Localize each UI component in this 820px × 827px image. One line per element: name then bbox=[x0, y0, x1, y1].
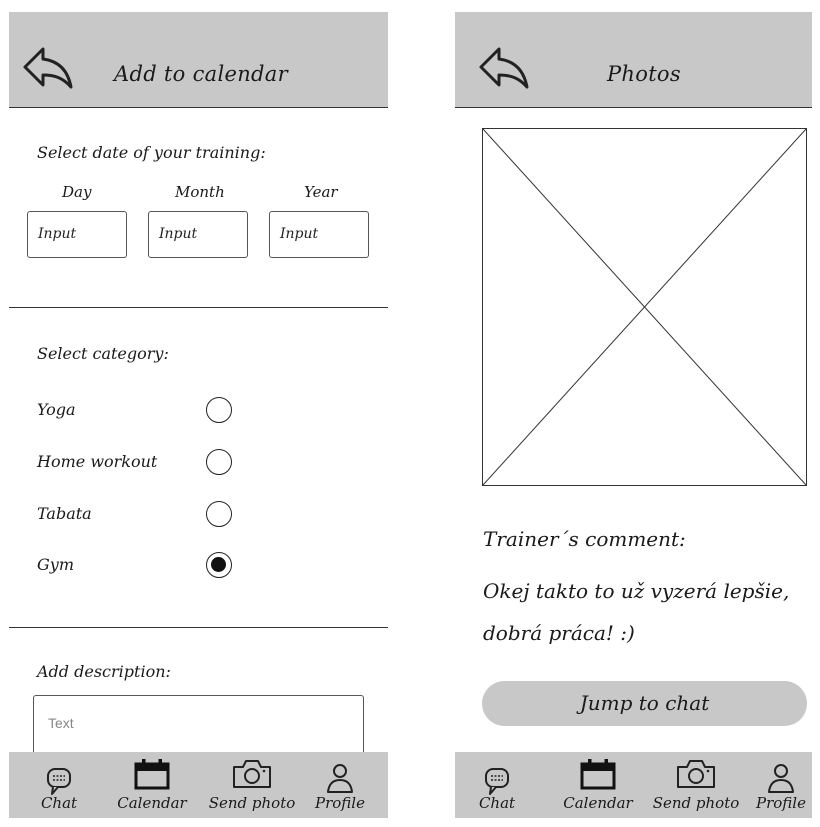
tab-chat-label: Chat bbox=[478, 794, 516, 812]
category-label-tabata: Tabata bbox=[37, 504, 92, 523]
calendar-icon bbox=[580, 759, 616, 790]
chat-icon bbox=[47, 768, 71, 795]
comment-text: Okej takto to už vyzerá lepšie, dobrá pr… bbox=[483, 579, 790, 645]
comment-heading: Trainer´s comment: bbox=[483, 527, 686, 551]
radio-gym-selected[interactable] bbox=[206, 552, 232, 578]
profile-icon bbox=[327, 764, 353, 793]
day-input-placeholder: Input bbox=[38, 226, 77, 242]
photos-screen: Photos Trainer´s comment: Okej takto to … bbox=[455, 12, 812, 818]
add-to-calendar-screen: Add to calendar Select date of your trai… bbox=[9, 12, 388, 818]
tab-chat[interactable]: Chat bbox=[31, 752, 87, 818]
image-placeholder-icon bbox=[483, 129, 806, 485]
camera-icon bbox=[233, 760, 271, 788]
tab-chat-label: Chat bbox=[40, 794, 78, 812]
day-input[interactable]: Input bbox=[27, 211, 127, 258]
day-label: Day bbox=[62, 183, 92, 201]
tab-calendar-label: Calendar bbox=[117, 794, 187, 812]
category-label-yoga: Yoga bbox=[37, 400, 76, 419]
jump-to-chat-button[interactable]: Jump to chat bbox=[482, 681, 807, 726]
month-label: Month bbox=[175, 183, 225, 201]
month-input[interactable]: Input bbox=[148, 211, 248, 258]
header: Add to calendar bbox=[9, 12, 388, 108]
date-heading: Select date of your training: bbox=[37, 143, 266, 162]
camera-icon bbox=[677, 760, 715, 788]
photo-placeholder[interactable] bbox=[482, 128, 807, 486]
page-title: Photos bbox=[607, 62, 681, 86]
divider bbox=[9, 627, 388, 628]
tab-send-photo[interactable]: Send photo bbox=[645, 752, 747, 818]
tab-chat[interactable]: Chat bbox=[469, 752, 525, 818]
tab-send-photo[interactable]: Send photo bbox=[199, 752, 305, 818]
header: Photos bbox=[455, 12, 812, 108]
radio-yoga[interactable] bbox=[206, 397, 232, 423]
back-arrow-icon[interactable] bbox=[477, 45, 531, 91]
bottom-tab-bar: Chat Calendar Send photo Profile bbox=[9, 752, 388, 818]
radio-selected-dot bbox=[211, 557, 226, 572]
tab-calendar-label: Calendar bbox=[563, 794, 633, 812]
radio-home-workout[interactable] bbox=[206, 449, 232, 475]
tab-profile-label: Profile bbox=[756, 794, 806, 812]
category-label-gym: Gym bbox=[37, 555, 74, 574]
tab-calendar[interactable]: Calendar bbox=[109, 752, 195, 818]
tab-profile-label: Profile bbox=[315, 794, 365, 812]
bottom-tab-bar: Chat Calendar Send photo Profile bbox=[455, 752, 812, 818]
back-arrow-icon[interactable] bbox=[21, 45, 75, 91]
radio-tabata[interactable] bbox=[206, 501, 232, 527]
chat-icon bbox=[485, 768, 509, 795]
page-title: Add to calendar bbox=[114, 62, 288, 86]
year-label: Year bbox=[304, 183, 338, 201]
category-label-home-workout: Home workout bbox=[37, 452, 158, 471]
year-input[interactable]: Input bbox=[269, 211, 369, 258]
description-placeholder: Text bbox=[48, 715, 74, 731]
tab-send-photo-label: Send photo bbox=[652, 794, 740, 812]
profile-icon bbox=[768, 764, 794, 793]
tab-calendar[interactable]: Calendar bbox=[555, 752, 641, 818]
divider bbox=[9, 307, 388, 308]
category-heading: Select category: bbox=[37, 344, 169, 363]
calendar-icon bbox=[134, 759, 170, 790]
tab-send-photo-label: Send photo bbox=[208, 794, 296, 812]
description-heading: Add description: bbox=[37, 662, 171, 681]
tab-profile[interactable]: Profile bbox=[751, 752, 811, 818]
tab-profile[interactable]: Profile bbox=[309, 752, 371, 818]
month-input-placeholder: Input bbox=[159, 226, 198, 242]
year-input-placeholder: Input bbox=[280, 226, 319, 242]
